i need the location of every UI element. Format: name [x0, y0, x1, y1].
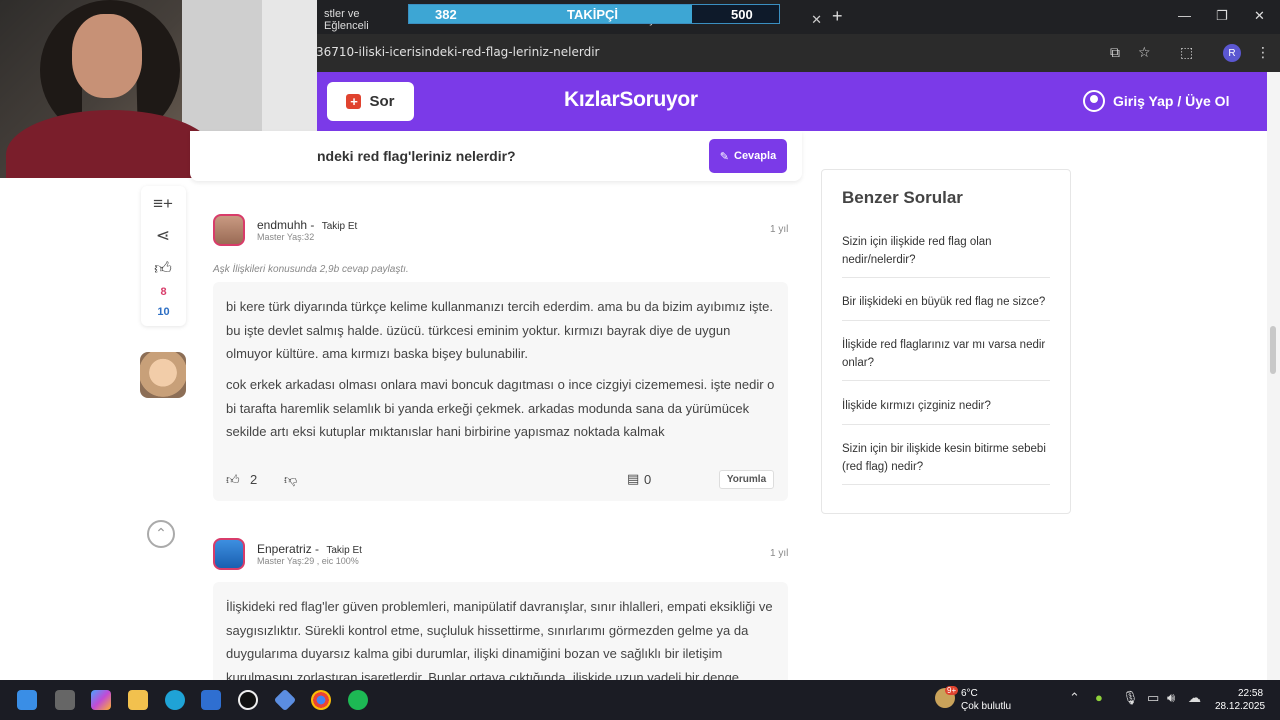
like-count: 2: [250, 472, 258, 487]
similar-question-link[interactable]: İlişkide kırmızı çizginiz nedir?: [842, 398, 1050, 425]
extensions-icon[interactable]: ⬚: [1180, 44, 1193, 61]
webcam-person-face: [72, 14, 142, 98]
browser-menu-icon[interactable]: ⋮: [1256, 44, 1270, 61]
downvote-count: 10: [157, 306, 170, 318]
user-meta: Master Yaş:32: [257, 232, 315, 242]
user-icon: [1083, 90, 1105, 112]
profile-avatar[interactable]: R: [1223, 44, 1241, 62]
network-icon[interactable]: ▭: [1147, 690, 1159, 706]
page-scrollbar[interactable]: [1267, 72, 1280, 680]
answer-paragraph: cok erkek arkadası olması onlara mavi bo…: [226, 377, 775, 439]
chrome-icon[interactable]: [311, 690, 331, 710]
tray-app-icon[interactable]: ●: [1095, 690, 1103, 705]
install-app-icon[interactable]: ⧉: [1110, 44, 1120, 61]
answer-button[interactable]: ✎ Cevapla: [709, 139, 787, 173]
follower-goal: 500: [731, 7, 753, 22]
answer-time: 1 yıl: [770, 548, 789, 559]
tab-label: stler ve Eğlenceli: [324, 8, 369, 32]
scroll-top-icon[interactable]: ⌃: [147, 520, 175, 548]
scrollbar-thumb[interactable]: [1270, 326, 1276, 374]
answer-time: 1 yıl: [770, 224, 789, 235]
answer-author[interactable]: Enperatriz - Takip Et: [257, 542, 362, 556]
task-view-icon[interactable]: [55, 690, 75, 710]
follow-link[interactable]: Takip Et: [322, 221, 358, 232]
login-label: Giriş Yap / Üye Ol: [1113, 93, 1230, 109]
site-logo[interactable]: KızlarSoruyor: [564, 88, 698, 112]
clock-date: 28.12.2025: [1215, 701, 1266, 712]
thumbs-up-icon[interactable]: 👍︎: [152, 258, 174, 279]
file-explorer-icon[interactable]: [128, 690, 148, 710]
avatar[interactable]: [213, 214, 245, 246]
question-title: ndeki red flag'leriniz nelerdir?: [317, 148, 516, 164]
comment-icon[interactable]: ▤: [627, 471, 639, 487]
new-tab-icon[interactable]: +: [832, 6, 843, 27]
windows-start-icon[interactable]: [17, 690, 37, 710]
copilot-icon[interactable]: [91, 690, 111, 710]
similar-questions-title: Benzer Sorular: [842, 188, 963, 207]
similar-question-link[interactable]: Bir ilişkideki en büyük red flag ne sizc…: [842, 294, 1050, 321]
asker-avatar[interactable]: [140, 352, 186, 398]
microphone-icon[interactable]: 🎙︎: [1122, 690, 1139, 706]
username[interactable]: endmuhh: [257, 218, 307, 232]
similar-question-link[interactable]: Sizin için ilişkide red flag olan nedir/…: [842, 234, 1050, 278]
dislike-icon[interactable]: 👎︎: [284, 472, 297, 488]
clock-time: 22:58: [1238, 688, 1264, 699]
avatar[interactable]: [213, 538, 245, 570]
pencil-icon: ✎: [719, 150, 729, 163]
close-tab-icon[interactable]: ✕: [811, 12, 822, 28]
answer-paragraph: bi kere türk diyarında türkçe kelime kul…: [226, 299, 773, 361]
similar-question-link[interactable]: Sizin için bir ilişkide kesin bitirme se…: [842, 441, 1050, 485]
follower-count: 382: [435, 7, 457, 22]
weather-condition: Çok bulutlu: [961, 701, 1012, 712]
ask-button-label: Sor: [369, 93, 395, 110]
battery-icon[interactable]: ☁︎: [1188, 690, 1201, 706]
comment-button[interactable]: Yorumla: [719, 470, 774, 489]
similar-question-link[interactable]: İlişkide red flaglarınız var mı varsa ne…: [842, 337, 1050, 381]
plus-icon: +: [346, 94, 362, 109]
follower-goal-bar: 382 TAKİPÇİ 500: [408, 4, 780, 24]
share-icon[interactable]: ⋖: [152, 226, 174, 246]
temperature: 6°C: [961, 688, 978, 699]
url-field[interactable]: 36710-iliski-icerisindeki-red-flag-lerin…: [316, 45, 599, 59]
like-icon[interactable]: 👍︎: [226, 472, 240, 488]
taskbar: [0, 680, 1280, 720]
ask-button[interactable]: + Sor: [327, 82, 414, 121]
maximize-icon[interactable]: ❐: [1216, 8, 1228, 24]
comment-count: 0: [644, 472, 652, 487]
minimize-icon[interactable]: —: [1178, 8, 1191, 23]
close-window-icon[interactable]: ✕: [1254, 8, 1265, 24]
weather-badge: 9+: [945, 686, 959, 695]
spotify-icon[interactable]: [348, 690, 368, 710]
obs-icon[interactable]: [238, 690, 258, 710]
volume-icon[interactable]: 🔊︎: [1167, 690, 1175, 706]
answer-author[interactable]: endmuhh - Takip Et: [257, 218, 357, 232]
topic-line: Aşk İlişkileri konusunda 2,9b cevap payl…: [213, 264, 409, 275]
edge-icon[interactable]: [165, 690, 185, 710]
chevron-up-icon[interactable]: ⌃: [1069, 690, 1080, 706]
answer-button-label: Cevapla: [734, 150, 777, 162]
bookmark-star-icon[interactable]: ☆: [1138, 44, 1151, 61]
follow-link[interactable]: Takip Et: [326, 545, 362, 556]
follower-label: TAKİPÇİ: [567, 7, 619, 22]
login-link[interactable]: Giriş Yap / Üye Ol: [1083, 90, 1229, 112]
answer-paragraph: İlişkideki red flag'ler güven problemler…: [226, 599, 773, 680]
store-icon[interactable]: [201, 690, 221, 710]
user-meta: Master Yaş:29 , eic 100%: [257, 556, 359, 566]
upvote-count: 8: [160, 286, 167, 298]
add-to-list-icon[interactable]: ≡+: [152, 194, 174, 214]
username[interactable]: Enperatriz: [257, 542, 312, 556]
